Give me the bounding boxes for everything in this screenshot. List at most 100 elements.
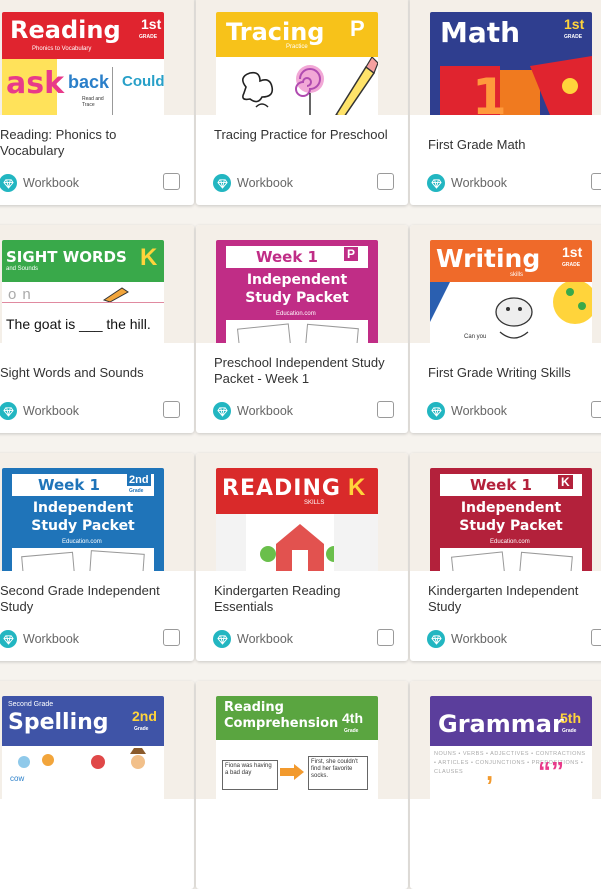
cover-image[interactable]: Grammar 5th Grade NOUNS • VERBS • ADJECT…: [430, 696, 592, 799]
workbook-gem-icon: [0, 402, 17, 420]
select-checkbox[interactable]: [591, 401, 601, 418]
workbook-card[interactable]: Week 1 K Independent Study Packet Educat…: [410, 453, 601, 661]
cover-subtitle: SKILLS: [304, 500, 325, 506]
card-title[interactable]: Kindergarten Reading Essentials: [214, 583, 390, 615]
cover-image[interactable]: Week 1 2nd Grade Independent Study Packe…: [2, 468, 164, 571]
cover-grade: 1st: [562, 244, 583, 260]
workbook-card[interactable]: Week 1 P Independent Study Packet Educat…: [196, 225, 408, 433]
workbook-card[interactable]: Reading Phonics to Vocabulary 1st GRADE …: [0, 0, 194, 205]
cover-title: Spelling: [8, 710, 109, 735]
cover-sentence: The goat is ___ the hill.: [6, 316, 151, 332]
cover-grade: K: [140, 244, 158, 271]
cover-image[interactable]: Math 1st GRADE 1: [430, 12, 592, 115]
card-title[interactable]: Tracing Practice for Preschool: [214, 127, 390, 143]
workbook-card[interactable]: SIGHT WORDS and Sounds K on The goat is …: [0, 225, 194, 433]
cover-image[interactable]: Week 1 P Independent Study Packet Educat…: [216, 240, 378, 343]
cover-area: Math 1st GRADE 1: [410, 0, 601, 115]
resource-type: Workbook: [427, 630, 507, 648]
card-title[interactable]: Preschool Independent Study Packet - Wee…: [214, 355, 390, 387]
arrow-right-icon: [280, 764, 304, 780]
barn-illustration: [216, 514, 378, 571]
workbook-card[interactable]: Writing skills 1st GRADE Can you First G…: [410, 225, 601, 433]
cover-grade: 2nd: [132, 708, 157, 724]
select-checkbox[interactable]: [377, 629, 394, 646]
cover-title: Independent Study Packet: [459, 500, 563, 534]
resource-type-label: Workbook: [23, 404, 80, 418]
select-checkbox[interactable]: [377, 401, 394, 418]
cover-subtitle: skills: [510, 272, 523, 278]
select-checkbox[interactable]: [591, 173, 601, 190]
cover-grade: 4th: [342, 710, 363, 726]
cover-title: SIGHT WORDS: [6, 248, 127, 266]
math-illustration: 1: [440, 56, 592, 115]
workbook-gem-icon: [427, 174, 445, 192]
resource-type-label: Workbook: [451, 632, 508, 646]
cover-image[interactable]: SIGHT WORDS and Sounds K on The goat is …: [2, 240, 164, 343]
writing-illustration: [430, 282, 592, 339]
workbook-card[interactable]: Week 1 2nd Grade Independent Study Packe…: [0, 453, 194, 661]
card-title[interactable]: Second Grade Independent Study: [0, 583, 176, 615]
cover-title: READING: [222, 476, 341, 501]
cover-grade: 1st: [141, 16, 162, 32]
workbook-gem-icon: [427, 630, 445, 648]
select-checkbox[interactable]: [377, 173, 394, 190]
pencil-icon: [102, 287, 129, 302]
cover-grade-word: GRADE: [562, 262, 581, 268]
card-title[interactable]: First Grade Math: [428, 137, 601, 153]
resource-type-label: Workbook: [451, 176, 508, 190]
card-title[interactable]: First Grade Writing Skills: [428, 365, 601, 381]
cover-area: Reading Phonics to Vocabulary 1st GRADE …: [0, 0, 194, 115]
resource-type: Workbook: [0, 402, 79, 420]
cover-subtitle: Practice: [286, 44, 308, 50]
cover-image[interactable]: READING SKILLS K: [216, 468, 378, 571]
card-title[interactable]: Sight Words and Sounds: [0, 365, 176, 381]
quote-mark-icon: “”: [538, 756, 564, 786]
cover-area: Reading Comprehension 4th Grade Fiona wa…: [196, 681, 408, 799]
resource-type: Workbook: [0, 174, 79, 192]
cover-area: Grammar 5th Grade NOUNS • VERBS • ADJECT…: [410, 681, 601, 799]
cover-title: Independent Study Packet: [245, 272, 349, 306]
select-checkbox[interactable]: [163, 173, 180, 190]
workbook-gem-icon: [0, 174, 17, 192]
cover-area: Week 1 2nd Grade Independent Study Packe…: [0, 453, 194, 571]
select-checkbox[interactable]: [163, 401, 180, 418]
cover-grade: P: [344, 247, 359, 261]
cover-image[interactable]: Tracing Practice P: [216, 12, 378, 115]
cover-grade: K: [348, 474, 366, 501]
cover-week: Week 1: [256, 248, 318, 266]
cover-image[interactable]: Week 1 K Independent Study Packet Educat…: [430, 468, 592, 571]
workbook-card[interactable]: Math 1st GRADE 1 First Grade Math Workbo…: [410, 0, 601, 205]
cover-title: Math: [440, 16, 521, 49]
comma-icon: ,: [486, 756, 494, 786]
cover-area: Writing skills 1st GRADE Can you: [410, 225, 601, 343]
card-title[interactable]: Kindergarten Independent Study: [428, 583, 601, 615]
resource-type-label: Workbook: [237, 176, 294, 190]
resource-type-label: Workbook: [23, 632, 80, 646]
workbook-card[interactable]: READING SKILLS K Kindergarten Reading Es…: [196, 453, 408, 661]
workbook-gem-icon: [427, 402, 445, 420]
cover-image[interactable]: Reading Comprehension 4th Grade Fiona wa…: [216, 696, 378, 799]
cover-area: Tracing Practice P: [196, 0, 408, 115]
cover-week: Week 1: [470, 476, 532, 494]
card-title[interactable]: Reading: Phonics to Vocabulary: [0, 127, 176, 159]
cover-grade: 5th: [560, 710, 581, 726]
resource-type: Workbook: [213, 402, 293, 420]
workbook-card[interactable]: Second Grade Spelling 2nd Grade cow: [0, 681, 194, 889]
cover-grade: K: [558, 475, 573, 489]
cover-title: Tracing: [226, 18, 325, 46]
select-checkbox[interactable]: [163, 629, 180, 646]
svg-text:1: 1: [472, 68, 507, 115]
select-checkbox[interactable]: [591, 629, 601, 646]
cover-area: Second Grade Spelling 2nd Grade cow: [0, 681, 194, 799]
cover-word-list: NOUNS • VERBS • ADJECTIVES • CONTRACTION…: [434, 751, 586, 775]
cover-brand: Education.com: [276, 311, 316, 317]
cover-area: Week 1 P Independent Study Packet Educat…: [196, 225, 408, 343]
workbook-card[interactable]: Reading Comprehension 4th Grade Fiona wa…: [196, 681, 408, 889]
workbook-grid: Reading Phonics to Vocabulary 1st GRADE …: [0, 0, 601, 889]
tracing-illustration: [242, 57, 378, 115]
cover-image[interactable]: Reading Phonics to Vocabulary 1st GRADE …: [2, 12, 164, 115]
workbook-card[interactable]: Tracing Practice P Tracing Practice for …: [196, 0, 408, 205]
cover-image[interactable]: Second Grade Spelling 2nd Grade cow: [2, 696, 164, 799]
cover-image[interactable]: Writing skills 1st GRADE Can you: [430, 240, 592, 343]
workbook-card[interactable]: Grammar 5th Grade NOUNS • VERBS • ADJECT…: [410, 681, 601, 889]
